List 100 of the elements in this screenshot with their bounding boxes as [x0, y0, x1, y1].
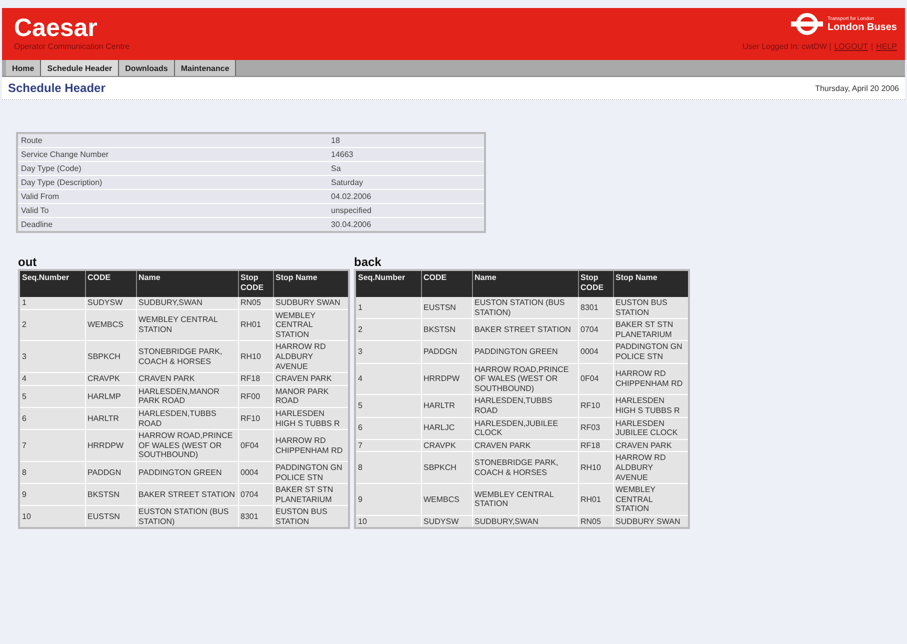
table-cell: 30.04.2006 — [328, 218, 485, 232]
table-cell: HARROW RD ALDBURY AVENUE — [613, 452, 689, 484]
table-cell: HARLESDEN,TUBBS ROAD — [136, 407, 238, 430]
table-cell: BAKER ST STN PLANETARIUM — [273, 484, 349, 506]
table-cell: RN05 — [578, 515, 613, 528]
table-cell: SUDBURY SWAN — [613, 515, 689, 528]
table-cell: 0004 — [578, 340, 613, 364]
table-cell: CRAVEN PARK — [472, 439, 578, 452]
app-subtitle: Operator Communication Centre — [14, 42, 130, 51]
table-cell: RF10 — [578, 394, 613, 418]
table-cell: WEMBLEY CENTRAL STATION — [136, 309, 238, 341]
table-cell: 10 — [19, 506, 85, 528]
roundel-icon — [790, 12, 824, 36]
table-cell: SUDBURY,SWAN — [472, 515, 578, 528]
column-header: Stop CODE — [238, 270, 273, 297]
table-cell: 14663 — [328, 148, 485, 162]
table-cell: SUDYSW — [85, 297, 136, 310]
table-cell: 6 — [19, 407, 85, 430]
table-cell: HARROW RD CHIPPENHAM RD — [273, 430, 349, 462]
table-cell: SUDBURY SWAN — [273, 297, 349, 310]
column-header: Name — [136, 270, 238, 297]
table-cell: Saturday — [328, 176, 485, 190]
table-cell: SUDYSW — [421, 515, 472, 528]
table-cell: HARLMP — [85, 385, 136, 408]
column-header: Name — [472, 270, 578, 297]
table-cell: RF03 — [578, 417, 613, 440]
table-cell: EUSTON BUS STATION — [613, 297, 689, 319]
table-cell: 5 — [355, 394, 421, 418]
table-cell: CRAVPK — [85, 372, 136, 386]
table-cell: Deadline — [17, 218, 328, 232]
table-cell: EUSTON BUS STATION — [273, 506, 349, 528]
column-header: Seq.Number — [355, 270, 421, 297]
table-cell: STONEBRIDGE PARK, COACH & HORSES — [472, 452, 578, 484]
table-cell: RF00 — [238, 385, 273, 408]
table-cell: CRAVEN PARK — [136, 372, 238, 386]
table-cell: 7 — [355, 439, 421, 452]
table-cell: 6 — [355, 417, 421, 440]
table-cell: HARLTR — [421, 394, 472, 418]
table-cell: WEMBLEY CENTRAL STATION — [613, 484, 689, 516]
table-cell: 9 — [19, 484, 85, 506]
table-cell: 3 — [19, 340, 85, 373]
table-cell: 2 — [355, 318, 421, 341]
column-header: CODE — [85, 270, 136, 297]
table-cell: BKSTSN — [421, 318, 472, 341]
table-cell: MANOR PARK ROAD — [273, 385, 349, 408]
nav-tab[interactable]: Home — [6, 60, 42, 76]
column-header: Stop CODE — [578, 270, 613, 297]
table-cell: BAKER STREET STATION — [136, 484, 238, 506]
nav-tab[interactable]: Schedule Header — [41, 60, 120, 76]
table-cell: HRRDPW — [421, 363, 472, 395]
table-cell: 10 — [355, 515, 421, 528]
table-cell: EUSTON STATION (BUS STATION) — [472, 297, 578, 319]
user-status: User Logged In: cwtDW | — [742, 42, 832, 51]
nav-tab[interactable]: Maintenance — [174, 60, 236, 76]
logo-name: London Buses — [828, 22, 897, 32]
table-cell: SBPKCH — [85, 340, 136, 373]
table-cell: HRRDPW — [85, 430, 136, 462]
table-cell: SUDBURY,SWAN — [136, 297, 238, 310]
table-cell: WEMBCS — [421, 484, 472, 516]
column-header: Seq.Number — [19, 270, 85, 297]
date-text: Thursday, April 20 2006 — [815, 84, 899, 92]
table-cell: WEMBLEY CENTRAL STATION — [273, 309, 349, 341]
table-cell: HARLESDEN HIGH S TUBBS R — [613, 394, 689, 418]
column-header: CODE — [421, 270, 472, 297]
table-cell: PADDGN — [85, 461, 136, 484]
table-cell: PADDINGTON GN POLICE STN — [613, 340, 689, 364]
table-cell: 18 — [328, 133, 485, 148]
table-cell: RF10 — [238, 407, 273, 430]
table-cell: RH10 — [238, 340, 273, 373]
table-cell: SBPKCH — [421, 452, 472, 484]
column-header: Stop Name — [273, 270, 349, 297]
section-heading: back — [354, 255, 382, 269]
table-cell: RF18 — [578, 439, 613, 452]
table-cell: 0F04 — [238, 430, 273, 462]
nav-tab[interactable]: Downloads — [119, 60, 175, 76]
table-cell: CRAVPK — [421, 439, 472, 452]
table-cell: HARLESDEN,TUBBS ROAD — [472, 394, 578, 418]
table-cell: 8 — [355, 452, 421, 484]
table-cell: 8301 — [578, 297, 613, 319]
table-cell: PADDINGTON GREEN — [136, 461, 238, 484]
table-cell: Day Type (Code) — [17, 162, 328, 176]
table-cell: PADDGN — [421, 340, 472, 364]
table-cell: HARLESDEN,JUBILEE CLOCK — [472, 417, 578, 440]
table-cell: BAKER STREET STATION — [472, 318, 578, 341]
table-cell: 8 — [19, 461, 85, 484]
table-cell: HARLESDEN JUBILEE CLOCK — [613, 417, 689, 440]
table-cell: 4 — [355, 363, 421, 395]
table-cell: Route — [17, 133, 328, 148]
table-cell: RH01 — [238, 309, 273, 341]
table-cell: RH10 — [578, 452, 613, 484]
table-cell: HARLESDEN,MANOR PARK ROAD — [136, 385, 238, 408]
table-cell: 0704 — [578, 318, 613, 341]
table-cell: 2 — [19, 309, 85, 341]
table-cell: 3 — [355, 340, 421, 364]
table-cell: 1 — [355, 297, 421, 319]
table-cell: 9 — [355, 484, 421, 516]
table-cell: STONEBRIDGE PARK, COACH & HORSES — [136, 340, 238, 373]
table-cell: Sa — [328, 162, 485, 176]
table-cell: 7 — [19, 430, 85, 462]
page-title: Schedule Header — [8, 81, 106, 95]
